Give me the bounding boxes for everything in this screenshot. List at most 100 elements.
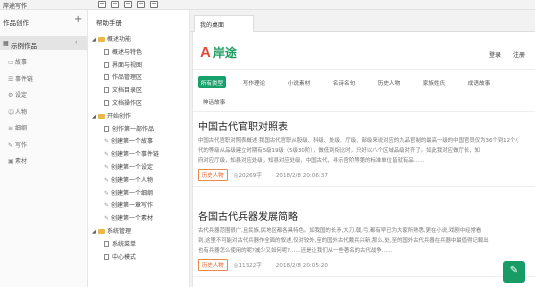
category-tab[interactable]: 历史人物	[375, 76, 403, 88]
tree-item-label: 创作第一部作品	[112, 125, 155, 133]
tree-item[interactable]: 文档操作区	[104, 98, 142, 108]
publish-date: 2018/2/8 20:06:37	[275, 173, 328, 179]
person-icon: ☺	[8, 108, 15, 116]
tree-item-label: 创建第一个事件链	[111, 151, 160, 159]
tree-item[interactable]: 界面与视图	[104, 60, 142, 70]
document-icon	[104, 87, 109, 94]
tree-item[interactable]: 文档目录区	[104, 85, 142, 95]
category-tab[interactable]: 写作理论	[240, 76, 268, 88]
panel-title: 帮助手册	[96, 19, 122, 27]
tree-item-label: 创建第一个设定	[111, 164, 154, 171]
title-bar: 岸途写作	[0, 0, 535, 10]
new-document-icon[interactable]	[98, 1, 106, 8]
sidebar-item-settings[interactable]: ⚙ 设定	[8, 90, 27, 100]
tree-item-label: 创建第一章写作	[111, 202, 154, 210]
pen-icon: ✎	[104, 138, 110, 146]
tree-folder[interactable]: ◢ 系统管理	[92, 226, 131, 236]
tree-item[interactable]: ✎ 创建第一个事件链	[104, 149, 159, 159]
tree-item-label: 创建第一个素材	[111, 215, 154, 223]
layout-icon[interactable]	[137, 1, 145, 8]
chevron-left-icon[interactable]: ‹	[75, 39, 77, 46]
content-panel: 我的桌面 A 岸途 登录 注册 所有类型 写作理论 小说素材 名诗名句 历史人物 家族姓氏成…	[190, 10, 535, 287]
work-folder-icon: ▦	[3, 40, 9, 47]
work-label: 示例作品	[11, 42, 37, 50]
article-title[interactable]: 中国古代官职对照表	[198, 118, 288, 133]
tab-bar: 我的桌面	[190, 10, 535, 32]
folder-icon	[98, 37, 105, 42]
write-icon: ✎	[8, 141, 14, 149]
tree-item-label: 作品管理区	[112, 74, 143, 82]
article-summary: 古代兵器范围很广,且民族,民地区都各具特色。如我国的长矛,大刀,戟,弓,都有早已…	[198, 226, 518, 256]
category-tab[interactable]: 所有类型	[198, 76, 226, 88]
tree-item-label: 开始创作	[107, 112, 132, 120]
tree-item-label: 系统菜单	[112, 240, 137, 248]
category-tab[interactable]: 小说素材	[285, 76, 313, 88]
logo-mark: A	[200, 44, 211, 61]
sidebar-item-list[interactable]: ☰ 事件链	[8, 74, 33, 84]
pen-icon: ✎	[104, 202, 110, 210]
pen-icon: ✎	[104, 151, 110, 159]
category-tab[interactable]: 成语故事	[465, 76, 493, 88]
document-icon	[104, 61, 109, 68]
tree-item[interactable]: ✎ 创建第一个人物	[104, 175, 153, 185]
tree-item[interactable]: ✎ 创建第一章写作	[104, 200, 153, 210]
sidebar-item-person[interactable]: ☺人物	[8, 107, 27, 117]
tree-folder[interactable]: ◢ 概述功能	[92, 34, 131, 44]
document-icon	[104, 253, 109, 260]
sidebar-item-label: 人物	[15, 108, 28, 116]
category-tab[interactable]: 神话故事	[198, 95, 230, 107]
article-meta: 历史人物 ◎20269字 2018/2/8 20:06:37	[198, 169, 342, 181]
tree-item[interactable]: ✎ 创建第一个素材	[104, 213, 153, 223]
material-icon: ▣	[8, 158, 14, 165]
tab-desktop[interactable]: 我的桌面	[194, 15, 254, 32]
monitor-icon[interactable]	[150, 1, 158, 8]
article-title[interactable]: 各国古代兵器发展简略	[198, 208, 298, 223]
site-logo[interactable]: A 岸途	[200, 44, 237, 61]
sidebar-item-outline[interactable]: ≡ 细纲	[8, 123, 27, 133]
summary-line: 代的等级从品级建立时期有5级19级（5级30阶），做低到衔比时，只好以八个区域品…	[198, 148, 481, 154]
folder-icon	[98, 229, 105, 234]
tree-item-label: 创建第一个细纲	[111, 189, 154, 197]
tree-item[interactable]: ✎ 创建第一个细纲	[104, 188, 153, 198]
document-icon	[104, 74, 109, 81]
category-tag[interactable]: 历史人物	[198, 259, 228, 271]
tree-folder[interactable]: ◢ 开始创作	[92, 111, 131, 121]
app-title: 岸途写作	[3, 3, 28, 10]
open-folder-icon[interactable]	[111, 1, 119, 8]
tree-item[interactable]: 中心模式	[104, 252, 136, 262]
tree-item[interactable]: 系统菜单	[104, 239, 136, 249]
tree-item[interactable]: ✎ 创建第一个设定	[104, 162, 153, 172]
work-selector[interactable]: ▦ 示例作品 ‹	[0, 36, 87, 50]
tree-item-label: 概述与特色	[112, 48, 143, 56]
left-panel: 作品创作 + ▦ 示例作品 ‹ ▭故事 ☰ 事件链 ⚙ 设定 ☺人物 ≡ 细纲 ✎ 写作 ▣素材	[0, 10, 88, 287]
save-icon[interactable]	[124, 1, 132, 8]
sidebar-item-label: 故事	[15, 59, 28, 66]
web-view: A 岸途 登录 注册 所有类型 写作理论 小说素材 名诗名句 历史人物 家族姓氏 成语故事 神话…	[192, 32, 535, 287]
category-tab[interactable]: 家族姓氏	[420, 76, 448, 88]
login-link[interactable]: 登录	[489, 50, 501, 59]
sidebar-item-book[interactable]: ▭故事	[8, 57, 27, 67]
summary-line: 也有兵器怎么使用的呢?减少又如何呢?……还是让我们从一些著名的古代战争……	[198, 248, 393, 254]
tree-item[interactable]: 创作第一部作品	[104, 124, 154, 134]
tree-item-label: 创建第一个人物	[111, 176, 154, 184]
pen-icon: ✎	[104, 164, 110, 171]
sidebar-item-write[interactable]: ✎ 写作	[8, 140, 27, 150]
add-work-button[interactable]: +	[74, 14, 82, 25]
register-link[interactable]: 注册	[513, 50, 525, 59]
summary-line: 府对应厅级，知县对应处级，知县对应处级，中国古代，寻示官阶等第的标准单位皆就有品…	[198, 158, 425, 164]
tree-item[interactable]: ✎ 创建第一个故事	[104, 136, 153, 146]
sidebar-item-material[interactable]: ▣素材	[8, 156, 27, 166]
tree-item[interactable]: 作品管理区	[104, 72, 142, 82]
document-icon	[104, 240, 109, 247]
category-tab[interactable]: 名诗名句	[330, 76, 358, 88]
book-icon: ▭	[8, 59, 14, 66]
tree-item[interactable]: 概述与特色	[104, 47, 142, 57]
logo-text: 岸途	[212, 46, 237, 60]
tree-item-label: 文档操作区	[112, 100, 143, 107]
divider	[193, 186, 535, 187]
tree-item-label: 系统管理	[107, 228, 132, 235]
category-tag[interactable]: 历史人物	[198, 169, 228, 181]
folder-icon	[98, 113, 105, 119]
edit-fab-button[interactable]: ✎	[503, 261, 525, 283]
publish-date: 2018/2/8 20:05:20	[275, 263, 328, 269]
